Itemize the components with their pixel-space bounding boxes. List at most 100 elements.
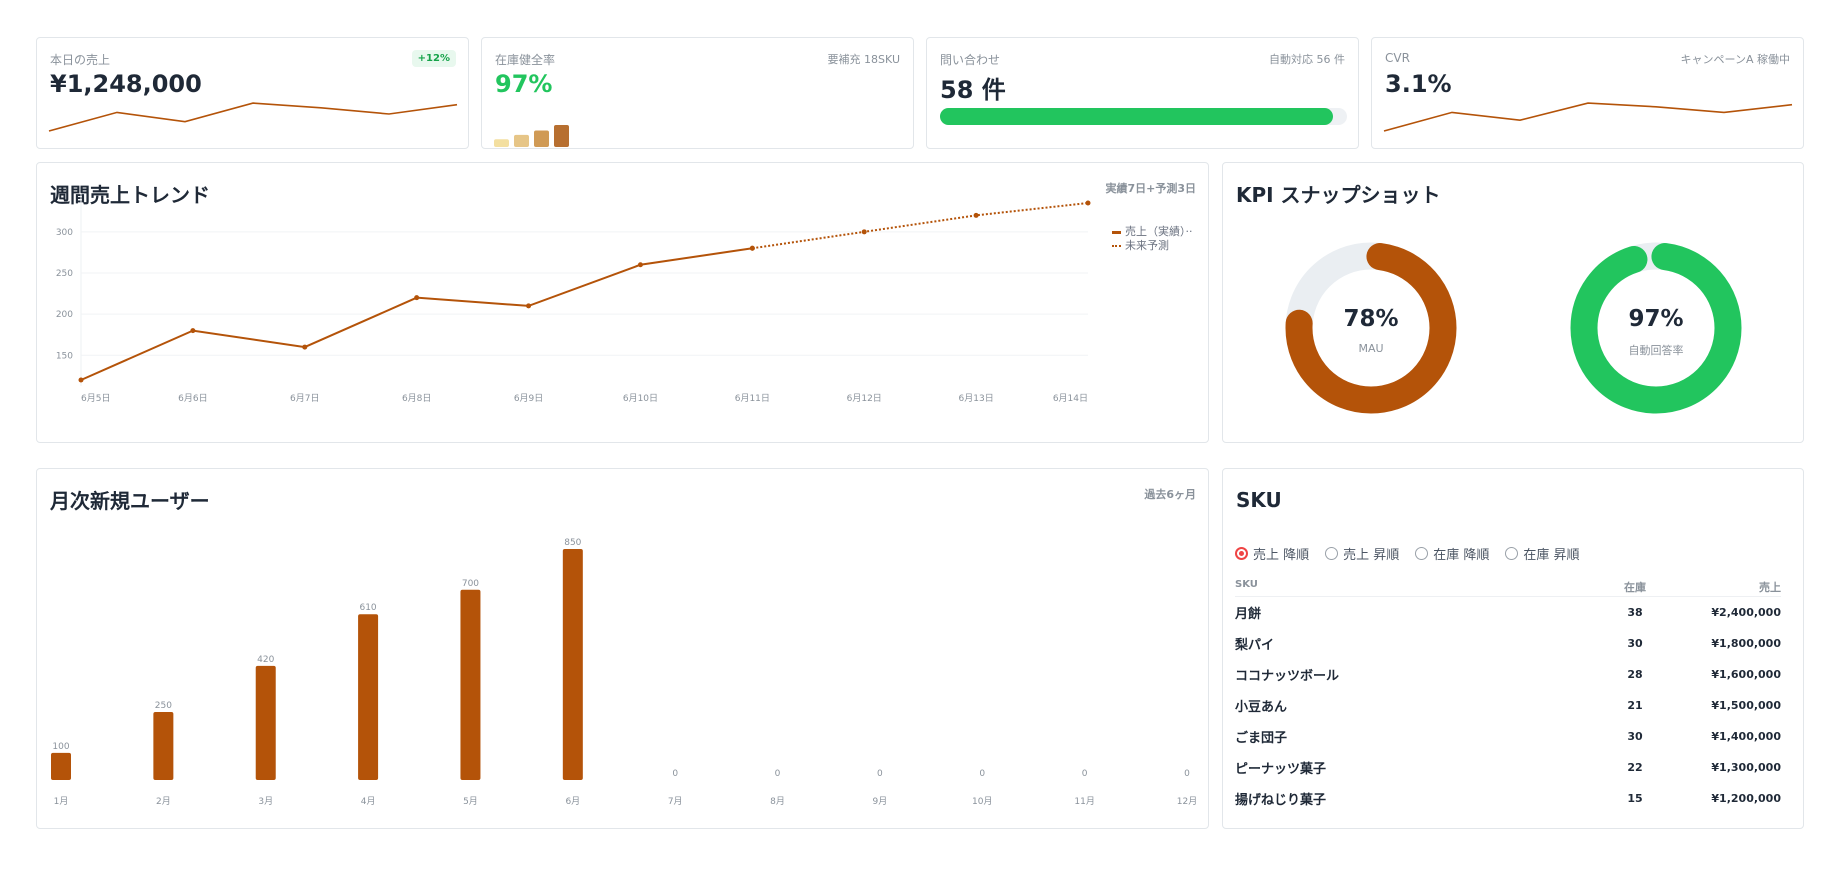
x-tick-label: 6月	[565, 796, 580, 807]
sku-name: ごま団子	[1235, 731, 1288, 746]
sort-option-label: 在庫 降順	[1433, 548, 1490, 563]
kpi-inquiries-progress-fill	[940, 108, 1334, 125]
kpi-card-stock: 在庫健全率 要補充 18SKU 97%	[481, 37, 914, 149]
table-row[interactable]: 揚げねじり菓子 15 ¥1,200,000	[1235, 783, 1781, 814]
data-point[interactable]	[749, 245, 755, 251]
sku-stock: 21	[1627, 699, 1643, 712]
x-tick-label: 6月6日	[178, 393, 207, 404]
kpi-sales-sparkline	[48, 102, 458, 132]
col-header-sku[interactable]: SKU	[1235, 579, 1605, 596]
donut-mau: 78% MAU	[1283, 240, 1459, 416]
radio-dot[interactable]	[1235, 547, 1248, 560]
sku-sales: ¥1,200,000	[1711, 792, 1781, 805]
kpi-stock-minibars	[494, 125, 569, 147]
kpi-snapshot-title: KPI スナップショット	[1236, 183, 1441, 207]
sku-stock: 15	[1627, 792, 1643, 805]
table-row[interactable]: 月餅 38 ¥2,400,000	[1235, 597, 1781, 628]
sku-stock: 30	[1627, 730, 1643, 743]
sku-table-header: SKU 在庫 売上	[1235, 579, 1781, 597]
kpi-inquiries-value: 58 件	[940, 76, 1006, 104]
col-header-sales[interactable]: 売上	[1665, 579, 1781, 596]
sort-option-stock-asc[interactable]: 在庫 昇順	[1505, 544, 1580, 563]
sku-name: 月餅	[1235, 607, 1262, 622]
kpi-card-cvr: CVR キャンペーンA 稼働中 3.1%	[1371, 37, 1804, 149]
sku-stock: 22	[1627, 761, 1643, 774]
minibar	[554, 125, 569, 147]
sparkline-path	[1383, 102, 1793, 132]
bar-value-label: 850	[564, 538, 581, 548]
donut-auto-answer: 97% 自動回答率	[1568, 240, 1744, 416]
bar[interactable]	[358, 614, 379, 780]
x-tick-label: 12月	[1177, 796, 1197, 807]
sku-name: ココナッツボール	[1235, 669, 1340, 684]
x-tick-label: 9月	[873, 796, 888, 807]
radio-dot[interactable]	[1325, 547, 1339, 560]
forecast-series-line	[752, 202, 1089, 250]
bar-value-label: 0	[1184, 769, 1190, 779]
data-point[interactable]	[302, 344, 308, 350]
sort-option-sales-desc[interactable]: 売上 降順	[1235, 544, 1309, 563]
minibar	[534, 130, 549, 147]
bar-value-label: 0	[1082, 769, 1088, 779]
bar-value-label: 610	[359, 603, 376, 613]
sort-option-sales-asc[interactable]: 売上 昇順	[1325, 544, 1399, 563]
bar[interactable]	[153, 712, 174, 780]
x-tick-label: 1月	[54, 796, 69, 807]
y-tick-label: 200	[56, 310, 73, 320]
data-point[interactable]	[526, 303, 532, 309]
bar[interactable]	[255, 665, 276, 780]
monthly-users-card: 月次新規ユーザー 過去6ヶ月 100 1月 250 2月 420 3月 610 4月 700 5月…	[36, 468, 1209, 829]
bar[interactable]	[460, 589, 481, 780]
table-row[interactable]: ごま団子 30 ¥1,400,000	[1235, 721, 1781, 752]
x-tick-label: 6月7日	[290, 393, 319, 404]
legend-item-actual[interactable]: 売上（実績）··	[1112, 225, 1193, 239]
sku-sales: ¥1,500,000	[1711, 699, 1781, 712]
x-tick-label: 11月	[1074, 796, 1094, 807]
table-row[interactable]: 梨パイ 30 ¥1,800,000	[1235, 628, 1781, 659]
data-point[interactable]	[414, 295, 420, 301]
x-tick-label: 5月	[463, 796, 478, 807]
bar-value-label: 250	[155, 701, 172, 711]
kpi-stock-value: 97%	[495, 70, 553, 98]
table-row[interactable]: ココナッツボール 28 ¥1,600,000	[1235, 659, 1781, 690]
donut-auto-answer-value: 97%	[1628, 306, 1684, 332]
bar[interactable]	[562, 549, 583, 780]
data-point[interactable]	[190, 328, 196, 334]
x-tick-label: 10月	[972, 796, 992, 807]
table-row[interactable]: 小豆あん 21 ¥1,500,000	[1235, 690, 1781, 721]
col-header-stock[interactable]: 在庫	[1605, 579, 1665, 596]
bar-value-label: 0	[775, 769, 781, 779]
x-tick-label: 6月11日	[735, 393, 770, 404]
kpi-card-sales: 本日の売上 +12% ¥1,248,000	[36, 37, 469, 149]
weekly-sales-chart: 150 200 250 300 6月5日 6月6日 6月7日 6月8日 6月9日 6月10日 6月1…	[56, 193, 1091, 404]
legend-swatch-solid	[1112, 230, 1121, 234]
sku-sales: ¥1,800,000	[1711, 637, 1781, 650]
sku-sales: ¥1,400,000	[1711, 730, 1781, 743]
radio-dot[interactable]	[1505, 547, 1519, 560]
sku-name: 梨パイ	[1235, 638, 1275, 653]
radio-dot[interactable]	[1415, 547, 1429, 560]
donut-auto-answer-label: 自動回答率	[1628, 344, 1684, 357]
data-point[interactable]	[637, 262, 643, 268]
weekly-sales-card: 週間売上トレンド 実績7日+予測3日 150 200 250 300 6月5日 6月6日 6…	[36, 162, 1209, 443]
sku-stock: 28	[1627, 668, 1643, 681]
donut-mau-label: MAU	[1358, 342, 1384, 355]
sort-option-label: 売上 昇順	[1343, 548, 1400, 563]
bar[interactable]	[51, 752, 71, 780]
weekly-legend: 売上（実績）·· 未来予測	[1112, 225, 1193, 253]
data-point[interactable]	[973, 212, 979, 218]
kpi-snapshot-card: KPI スナップショット 78% MAU 97% 自動回答率	[1222, 162, 1804, 443]
data-point[interactable]	[861, 229, 867, 235]
legend-label-forecast: 未来予測	[1125, 239, 1169, 252]
monthly-users-chart: 100 1月 250 2月 420 3月 610 4月 700 5月 850 6月 0 7月 0 8月 0 9月 0…	[51, 538, 1197, 807]
x-tick-label: 7月	[668, 796, 683, 807]
kpi-inquiries-label: 問い合わせ	[940, 53, 1001, 67]
sort-option-label: 売上 降順	[1253, 548, 1310, 563]
table-row[interactable]: ピーナッツ菓子 22 ¥1,300,000	[1235, 752, 1781, 783]
legend-item-forecast[interactable]: 未来予測	[1112, 239, 1193, 253]
sku-name: 揚げねじり菓子	[1235, 793, 1327, 808]
data-point[interactable]	[78, 377, 84, 383]
data-point[interactable]	[1085, 200, 1091, 206]
legend-swatch-dotted	[1112, 245, 1121, 247]
sort-option-stock-desc[interactable]: 在庫 降順	[1415, 544, 1489, 563]
